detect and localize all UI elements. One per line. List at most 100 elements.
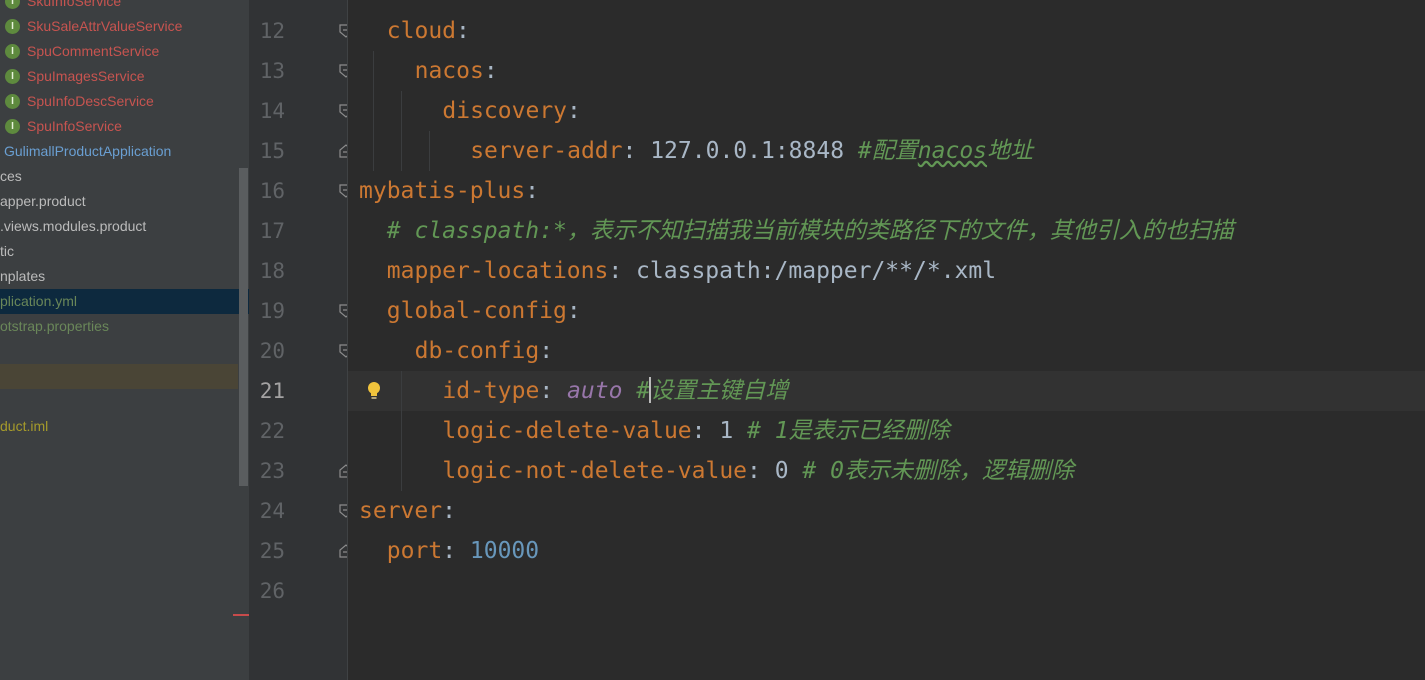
code-token: : <box>442 498 456 524</box>
tree-item-label: SpuInfoDescService <box>27 93 154 109</box>
code-line[interactable]: discovery: <box>442 91 580 131</box>
tree-item-label: nplates <box>0 268 46 284</box>
line-number: 21 <box>259 379 285 403</box>
indent-guide <box>428 131 430 171</box>
code-token: : <box>539 378 568 404</box>
line-number: 26 <box>259 579 285 603</box>
lightbulb-icon[interactable] <box>366 381 382 401</box>
line-number: 23 <box>259 459 285 483</box>
tree-item[interactable]: plication.yml <box>0 289 238 314</box>
line-number: 22 <box>259 419 285 443</box>
tree-item[interactable]: I SpuInfoDescService <box>0 89 238 114</box>
code-line[interactable]: id-type: auto #设置主键自增 <box>442 371 788 411</box>
code-token: : <box>442 538 470 564</box>
code-token: 10000 <box>469 538 540 564</box>
code-line[interactable]: mybatis-plus: <box>359 171 539 211</box>
tree-item-label: duct.iml <box>0 418 49 434</box>
code-token: : <box>525 178 540 204</box>
line-number: 15 <box>259 139 285 163</box>
code-line[interactable]: db-config: <box>415 331 553 371</box>
line-number: 13 <box>259 59 285 83</box>
code-line[interactable]: logic-not-delete-value: 0 # 0表示未删除，逻辑删除 <box>442 451 1074 491</box>
code-token: cloud <box>386 18 457 44</box>
code-token: : classpath:/mapper/**/*.xml <box>608 258 997 284</box>
code-token: # classpath:*，表示不知扫描我当前模块的类路径下的文件，其他引入的也… <box>386 218 1234 244</box>
interface-icon: I <box>5 0 20 9</box>
line-number: 19 <box>259 299 285 323</box>
code-line[interactable]: # classpath:*，表示不知扫描我当前模块的类路径下的文件，其他引入的也… <box>387 211 1234 251</box>
code-token: nacos <box>414 58 484 84</box>
tree-item[interactable]: I SpuCommentService <box>0 39 238 64</box>
tree-item-label: otstrap.properties <box>0 318 109 334</box>
tree-item-label: .views.modules.product <box>0 218 147 234</box>
tree-item[interactable]: ces <box>0 164 238 189</box>
tree-item[interactable]: GulimallProductApplication <box>0 139 238 164</box>
code-token: id-type <box>442 378 540 404</box>
tree-item[interactable]: nplates <box>0 264 238 289</box>
code-line[interactable]: nacos: <box>415 51 498 91</box>
tree-item-label: ces <box>0 168 22 184</box>
project-tree[interactable]: I SkuInfoService I SkuSaleAttrValueService I… <box>0 0 249 680</box>
tree-item-label: GulimallProductApplication <box>4 143 172 159</box>
code-token: : <box>483 58 498 84</box>
tree-item[interactable]: tic <box>0 239 238 264</box>
tree-item[interactable]: I SkuInfoService <box>0 0 238 14</box>
interface-icon: I <box>5 94 20 109</box>
line-number: 12 <box>259 19 285 43</box>
code-token: 地址 <box>987 138 1034 164</box>
code-token: mybatis-plus <box>359 178 526 204</box>
tree-item[interactable] <box>0 339 238 364</box>
line-number: 25 <box>259 539 285 563</box>
code-token: 设置主键自增 <box>650 378 789 404</box>
line-number: 16 <box>259 179 285 203</box>
code-token: logic-not-delete-value <box>442 458 748 484</box>
code-token: : 1 <box>691 418 748 444</box>
tree-item-label: tic <box>0 243 14 259</box>
tree-item[interactable]: I SpuImagesService <box>0 64 238 89</box>
code-token: #配置 <box>857 138 918 164</box>
line-number: 14 <box>259 99 285 123</box>
tree-item[interactable] <box>0 389 238 414</box>
line-number: 24 <box>259 499 285 523</box>
tree-item-label: SpuImagesService <box>27 68 145 84</box>
code-line[interactable]: server-addr: 127.0.0.1:8848 #配置nacos地址 <box>470 131 1033 171</box>
tree-item[interactable]: .views.modules.product <box>0 214 238 239</box>
tree-item-label: SpuInfoService <box>27 118 122 134</box>
interface-icon: I <box>5 69 20 84</box>
code-line[interactable]: logic-delete-value: 1 # 1是表示已经删除 <box>442 411 949 451</box>
code-line[interactable]: global-config: <box>387 291 581 331</box>
code-token: server <box>359 498 443 524</box>
indent-guide <box>400 371 402 491</box>
indent-guide <box>372 51 374 171</box>
code-token: server-addr <box>470 138 623 164</box>
tree-item[interactable] <box>0 364 238 389</box>
tree-item-label: apper.product <box>0 193 86 209</box>
line-number: 18 <box>259 259 285 283</box>
code-token: : 0 <box>747 458 803 484</box>
interface-icon: I <box>5 119 20 134</box>
code-token: discovery <box>442 98 568 124</box>
code-token: : <box>539 338 554 364</box>
line-number: 20 <box>259 339 285 363</box>
error-marker <box>233 614 249 616</box>
tree-item[interactable]: I SpuInfoService <box>0 114 238 139</box>
interface-icon: I <box>5 19 20 34</box>
code-line[interactable]: port: 10000 <box>387 531 539 571</box>
code-line[interactable]: server: <box>359 491 456 531</box>
code-token: mapper-locations <box>386 258 609 284</box>
tree-item-label: plication.yml <box>0 293 78 309</box>
code-editor[interactable]: cloud: nacos: discovery: server-addr: 127.0… <box>348 0 1425 680</box>
tree-item[interactable]: duct.iml <box>0 414 238 439</box>
code-token: # 1是表示已经删除 <box>747 418 950 444</box>
editor-gutter: 12 13 14 15 16 17 18 19 20 21 22 23 24 25 26 <box>249 0 353 680</box>
code-token: # <box>622 378 651 404</box>
tree-item[interactable]: I SkuSaleAttrValueService <box>0 14 238 39</box>
code-line[interactable]: cloud: <box>387 11 470 51</box>
code-line[interactable]: mapper-locations: classpath:/mapper/**/*… <box>387 251 996 291</box>
code-token: : 127.0.0.1:8848 <box>622 138 858 164</box>
sidebar-scrollbar[interactable] <box>239 168 248 486</box>
tree-item[interactable]: otstrap.properties <box>0 314 238 339</box>
code-token: : <box>567 98 581 124</box>
tree-item[interactable]: apper.product <box>0 189 238 214</box>
code-token: # 0表示未删除，逻辑删除 <box>802 458 1074 484</box>
